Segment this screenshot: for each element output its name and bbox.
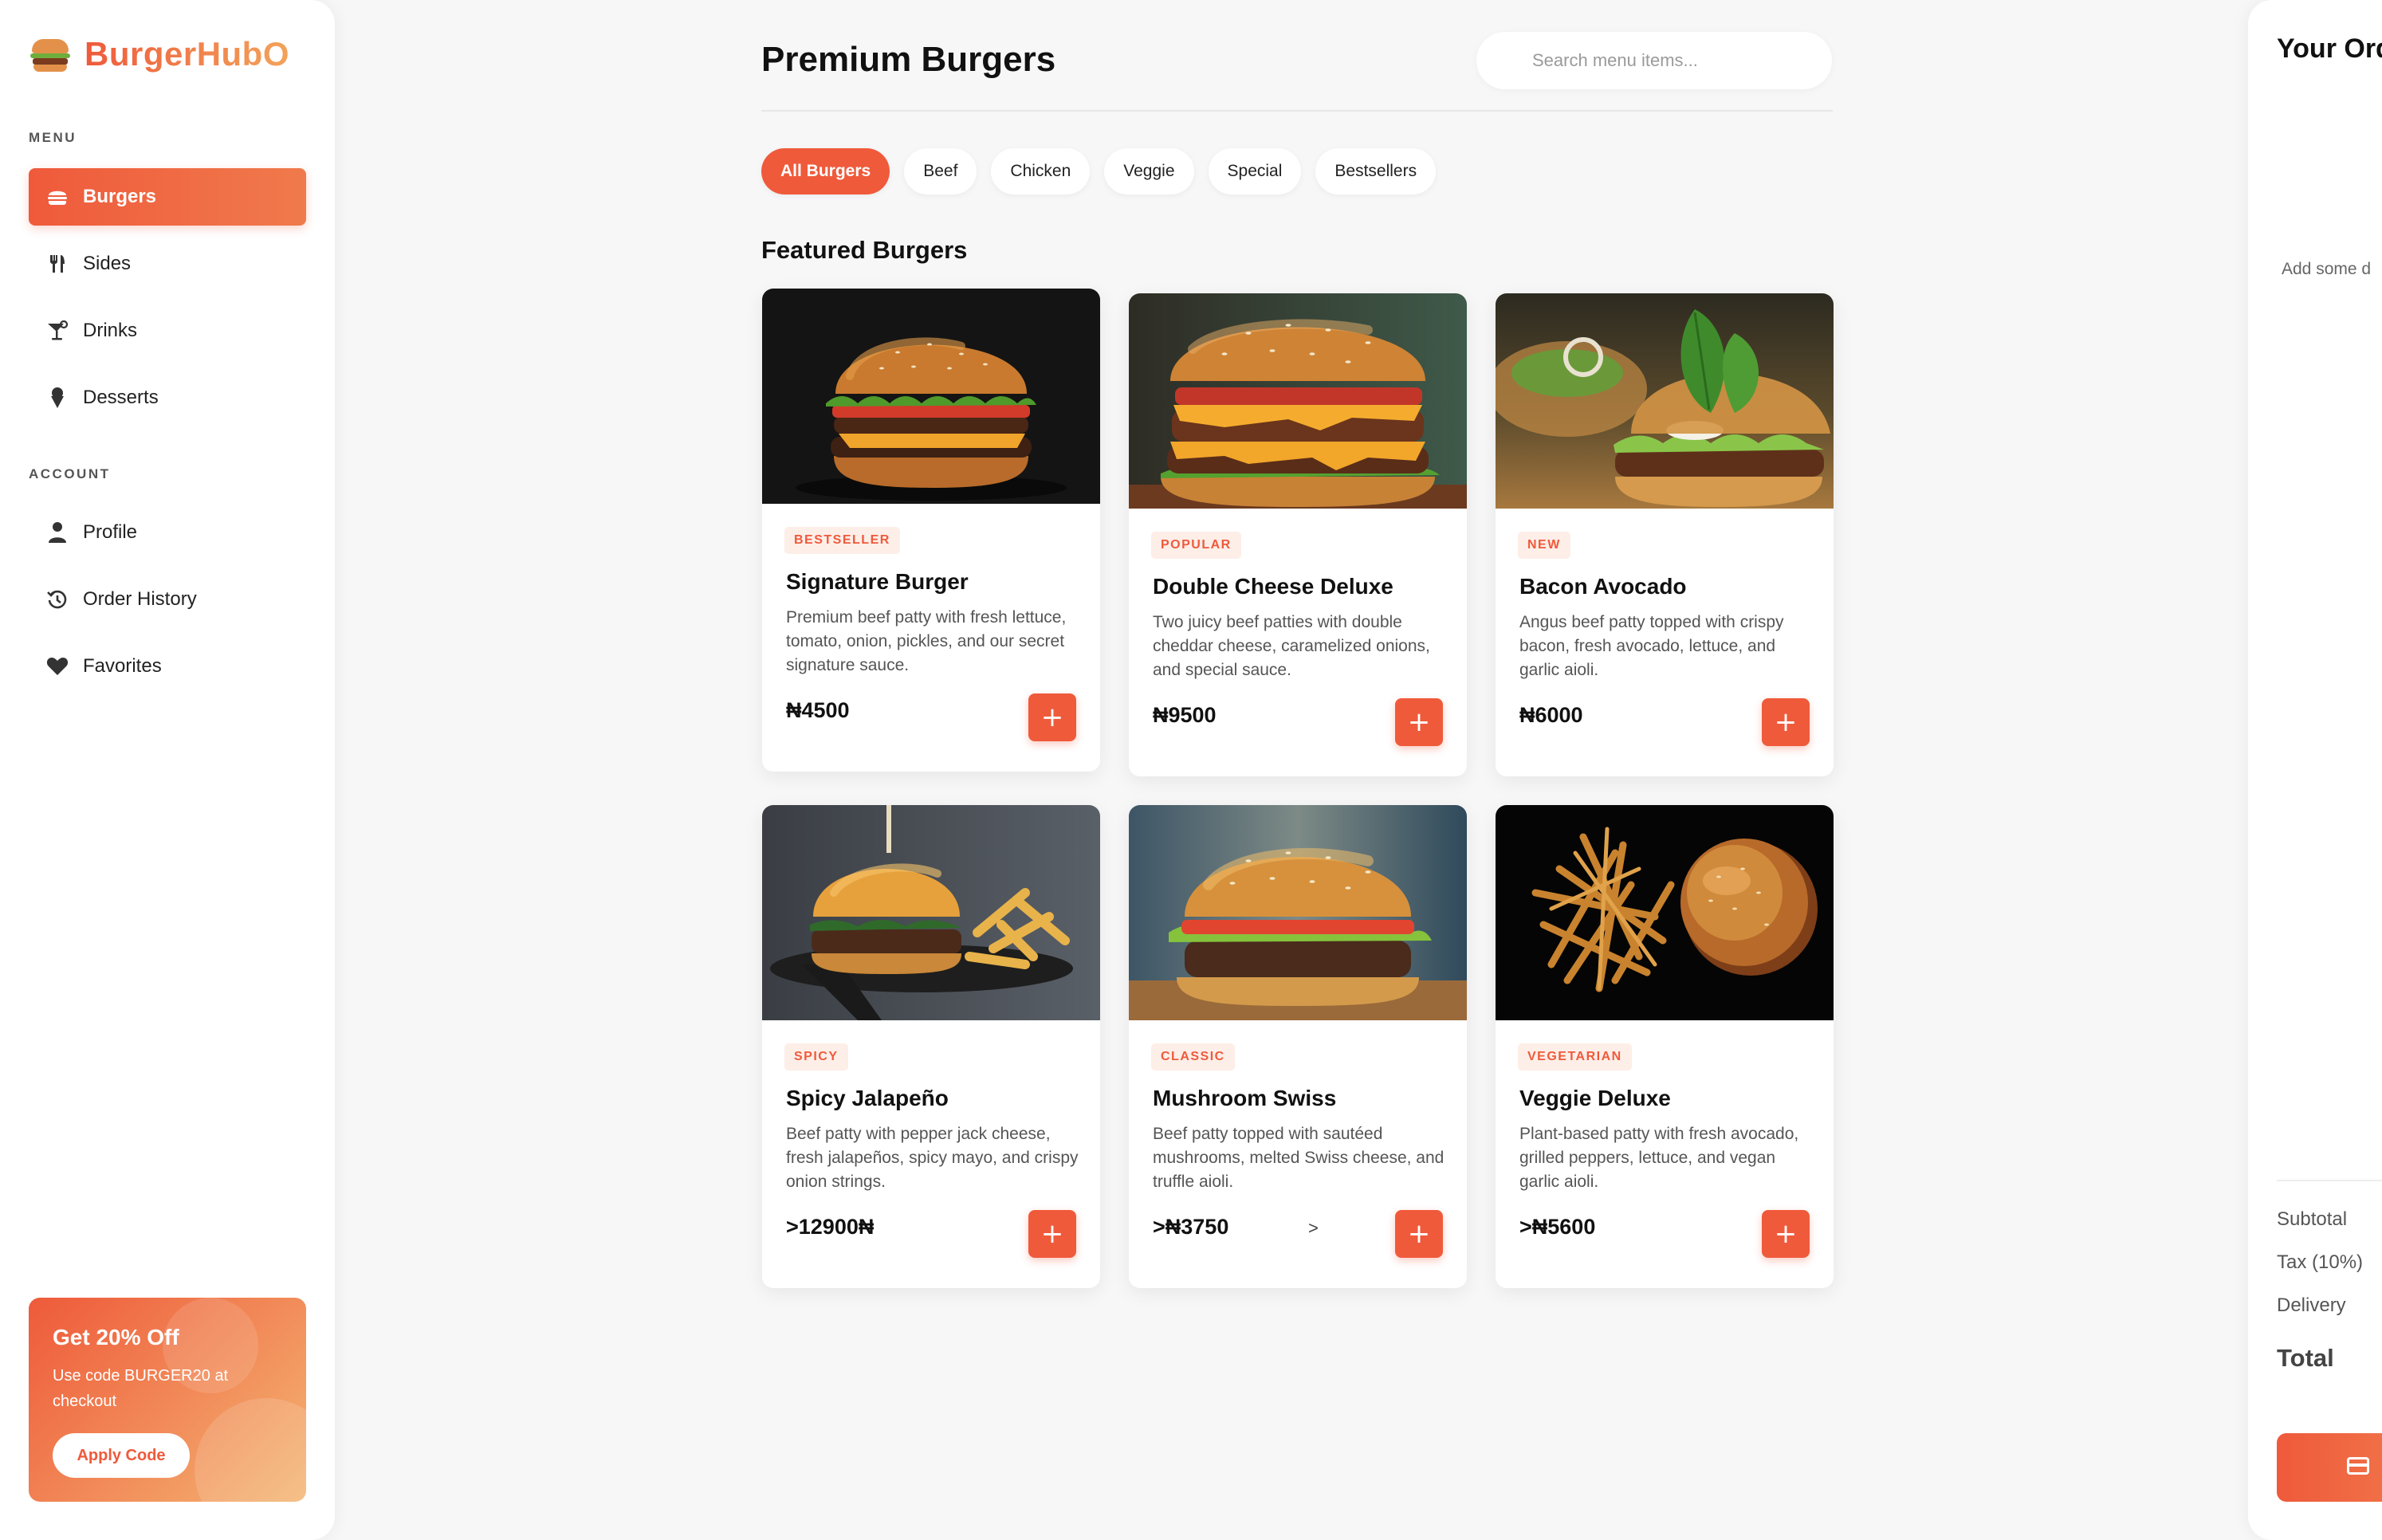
add-to-cart-button[interactable]: + — [1762, 698, 1810, 746]
filter-all-burgers[interactable]: All Burgers — [761, 148, 890, 194]
product-badge: SPICY — [784, 1043, 848, 1071]
category-filters: All Burgers Beef Chicken Veggie Special … — [761, 148, 1437, 194]
page-title: Premium Burgers — [761, 40, 1056, 79]
product-card[interactable]: VEGETARIAN Veggie Deluxe Plant-based pat… — [1496, 805, 1834, 1288]
product-image — [1129, 293, 1467, 509]
sidebar-item-label: Desserts — [83, 387, 159, 408]
order-title: Your Ord — [2277, 33, 2382, 64]
checkout-button[interactable] — [2277, 1433, 2382, 1502]
chevron-right-icon: > — [1308, 1218, 1319, 1238]
filter-chicken[interactable]: Chicken — [991, 148, 1091, 194]
brand-logo[interactable]: BurgerHubO — [30, 35, 289, 73]
sidebar-item-label: Order History — [83, 588, 197, 610]
history-icon — [46, 588, 69, 611]
product-card[interactable]: NEW Bacon Avocado Angus beef patty toppe… — [1496, 293, 1834, 776]
burger-icon — [46, 186, 69, 208]
filter-special[interactable]: Special — [1208, 148, 1302, 194]
credit-card-icon — [2347, 1457, 2369, 1475]
add-to-cart-button[interactable]: + — [1028, 1210, 1076, 1258]
title-divider — [761, 110, 1833, 112]
product-price: ₦9500 — [1153, 703, 1217, 727]
product-description: Beef patty with pepper jack cheese, fres… — [786, 1125, 1079, 1191]
sidebar-item-label: Drinks — [83, 320, 138, 341]
order-panel: Your Ord Add some d Subtotal Tax (10%) D… — [2248, 0, 2382, 1540]
product-price: ₦6000 — [1519, 703, 1583, 727]
product-image — [762, 805, 1100, 1020]
product-price: >12900₦ — [786, 1215, 875, 1239]
add-to-cart-button[interactable]: + — [1028, 693, 1076, 741]
product-badge: BESTSELLER — [784, 527, 900, 554]
product-card[interactable]: CLASSIC Mushroom Swiss Beef patty topped… — [1129, 805, 1467, 1288]
sidebar-item-label: Favorites — [83, 655, 162, 677]
sidebar-item-sides[interactable]: Sides — [29, 235, 306, 293]
total-label: Total — [2277, 1344, 2334, 1372]
product-image — [1496, 293, 1834, 509]
add-to-cart-button[interactable]: + — [1395, 698, 1443, 746]
product-name: Signature Burger — [786, 569, 969, 594]
product-description: Premium beef patty with fresh lettuce, t… — [786, 608, 1067, 674]
product-image — [762, 289, 1100, 504]
product-card[interactable]: SPICY Spicy Jalapeño Beef patty with pep… — [762, 805, 1100, 1288]
product-price: >₦3750 — [1153, 1215, 1229, 1239]
sidebar-item-drinks[interactable]: Drinks — [29, 302, 306, 359]
product-image — [1496, 805, 1834, 1020]
filter-beef[interactable]: Beef — [904, 148, 977, 194]
promo-card: Get 20% Off Use code BURGER20 at checkou… — [29, 1298, 306, 1502]
filter-bestsellers[interactable]: Bestsellers — [1315, 148, 1437, 194]
add-to-cart-button[interactable]: + — [1762, 1210, 1810, 1258]
product-description: Angus beef patty topped with crispy baco… — [1519, 613, 1784, 679]
product-badge: POPULAR — [1151, 532, 1241, 559]
product-badge: NEW — [1518, 532, 1570, 559]
product-badge: CLASSIC — [1151, 1043, 1235, 1071]
order-empty-text: Add some d — [2282, 260, 2372, 278]
sidebar-item-label: Sides — [83, 253, 132, 274]
search-input[interactable] — [1476, 32, 1832, 89]
product-name: Double Cheese Deluxe — [1153, 574, 1393, 599]
order-divider — [2277, 1180, 2382, 1181]
sidebar: BurgerHubO MENU Burgers Sides Drinks Des… — [0, 0, 335, 1540]
product-card[interactable]: BESTSELLER Signature Burger Premium beef… — [762, 289, 1100, 772]
product-price: ₦4500 — [786, 698, 850, 722]
promo-text: Use code BURGER20 at checkout — [53, 1367, 229, 1410]
section-title: Featured Burgers — [761, 236, 968, 264]
ice-cream-icon — [46, 387, 69, 409]
tax-label: Tax (10%) — [2277, 1251, 2364, 1273]
brand-name: BurgerHubO — [85, 35, 289, 73]
sidebar-item-burgers[interactable]: Burgers — [29, 168, 306, 226]
product-card[interactable]: POPULAR Double Cheese Deluxe Two juicy b… — [1129, 293, 1467, 776]
product-description: Two juicy beef patties with double chedd… — [1153, 613, 1430, 679]
sidebar-item-favorites[interactable]: Favorites — [29, 638, 306, 695]
subtotal-label: Subtotal — [2277, 1208, 2348, 1230]
product-price: >₦5600 — [1519, 1215, 1596, 1239]
add-to-cart-button[interactable]: + — [1395, 1210, 1443, 1258]
cocktail-icon — [46, 320, 69, 342]
sidebar-item-profile[interactable]: Profile — [29, 504, 306, 561]
filter-veggie[interactable]: Veggie — [1104, 148, 1194, 194]
user-icon — [46, 521, 69, 544]
delivery-label: Delivery — [2277, 1294, 2346, 1316]
apply-code-button[interactable]: Apply Code — [53, 1433, 190, 1478]
account-section-label: ACCOUNT — [29, 466, 111, 481]
product-name: Veggie Deluxe — [1519, 1086, 1671, 1110]
menu-section-label: MENU — [29, 130, 77, 145]
sidebar-item-label: Burgers — [83, 186, 157, 207]
sidebar-item-order-history[interactable]: Order History — [29, 571, 306, 628]
product-name: Mushroom Swiss — [1153, 1086, 1337, 1110]
utensils-icon — [46, 253, 69, 275]
product-image — [1129, 805, 1467, 1020]
product-description: Plant-based patty with fresh avocado, gr… — [1519, 1125, 1799, 1191]
product-name: Bacon Avocado — [1519, 574, 1687, 599]
burger-logo-icon — [30, 36, 70, 73]
heart-icon — [46, 655, 69, 678]
product-badge: VEGETARIAN — [1518, 1043, 1632, 1071]
product-name: Spicy Jalapeño — [786, 1086, 949, 1110]
sidebar-item-label: Profile — [83, 521, 138, 543]
sidebar-item-desserts[interactable]: Desserts — [29, 369, 306, 426]
product-description: Beef patty topped with sautéed mushrooms… — [1153, 1125, 1445, 1191]
promo-title: Get 20% Off — [53, 1325, 179, 1349]
